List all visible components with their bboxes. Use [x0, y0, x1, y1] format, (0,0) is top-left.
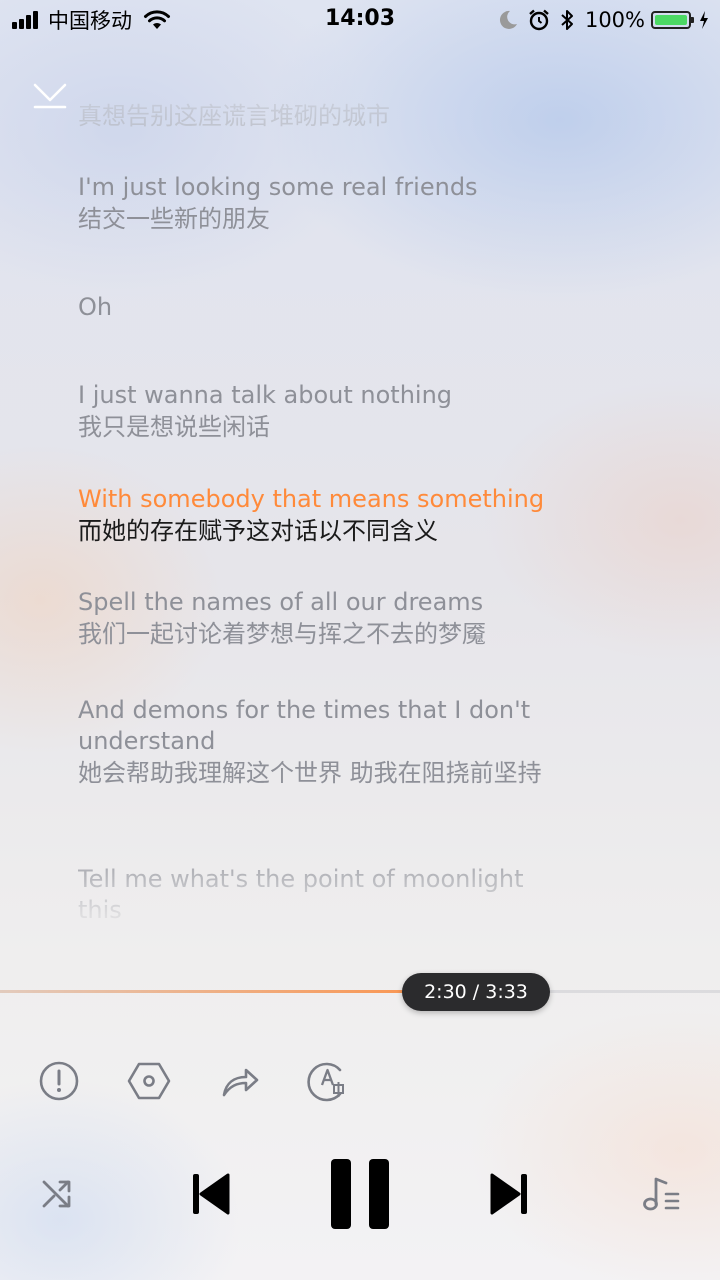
charging-icon: [700, 11, 708, 29]
lyric-line[interactable]: 真想告别这座谎言堆砌的城市: [78, 100, 658, 132]
lyric-translation: 她会帮助我理解这个世界 助我在阻挠前坚持: [78, 759, 542, 787]
lyric-original: With somebody that means something: [78, 485, 545, 513]
lyric-translation: 我只是想说些闲话: [78, 413, 270, 441]
previous-icon[interactable]: [190, 1172, 232, 1216]
lyric-original: And demons for the times that I don't un…: [78, 696, 531, 755]
playlist-icon[interactable]: [640, 1174, 682, 1214]
battery-percentage: 100%: [584, 8, 645, 32]
lyric-line[interactable]: I'm just looking some real friends 结交一些新…: [78, 172, 658, 235]
translate-icon[interactable]: [306, 1058, 352, 1104]
shuffle-icon[interactable]: [40, 1176, 78, 1212]
playback-controls: [0, 1150, 720, 1240]
lyric-original: Oh: [78, 293, 113, 321]
lyric-translation: 我们一起讨论着梦想与挥之不去的梦魇: [78, 620, 486, 648]
lyric-translation: 而她的存在赋予这对话以不同含义: [78, 517, 438, 545]
lyric-line[interactable]: I just wanna talk about nothing 我只是想说些闲话: [78, 380, 658, 443]
lyric-original: Spell the names of all our dreams: [78, 588, 484, 616]
bluetooth-icon: [561, 10, 573, 30]
lyric-line-current[interactable]: With somebody that means something 而她的存在…: [78, 484, 658, 547]
alarm-icon: [529, 9, 549, 31]
lyric-translation: 结交一些新的朋友: [78, 205, 270, 233]
share-icon[interactable]: [216, 1058, 262, 1104]
hexagon-icon[interactable]: [126, 1058, 172, 1104]
status-bar: 中国移动 14:03 100%: [0, 0, 720, 40]
moon-icon: [499, 10, 517, 29]
lyric-original: Tell me what's the point of moonlight th…: [78, 865, 524, 924]
action-row: [36, 1058, 396, 1104]
lyric-translation: 真想告别这座谎言堆砌的城市: [78, 102, 390, 130]
lyric-line[interactable]: And demons for the times that I don't un…: [78, 695, 558, 789]
lyrics-panel[interactable]: 真想告别这座谎言堆砌的城市 I'm just looking some real…: [78, 96, 658, 936]
lyric-line[interactable]: Oh: [78, 292, 658, 323]
progress-bar[interactable]: [0, 990, 720, 993]
pause-icon[interactable]: [330, 1158, 392, 1230]
collapse-icon[interactable]: [30, 80, 70, 114]
next-icon[interactable]: [488, 1172, 530, 1216]
lyric-original: I just wanna talk about nothing: [78, 381, 453, 409]
lyric-line[interactable]: Spell the names of all our dreams 我们一起讨论…: [78, 587, 658, 650]
info-icon[interactable]: [36, 1058, 82, 1104]
time-indicator[interactable]: 2:30 / 3:33: [402, 973, 550, 1011]
battery-icon: [651, 11, 694, 29]
lyric-line[interactable]: Tell me what's the point of moonlight th…: [78, 864, 558, 926]
lyric-original: I'm just looking some real friends: [78, 173, 478, 201]
